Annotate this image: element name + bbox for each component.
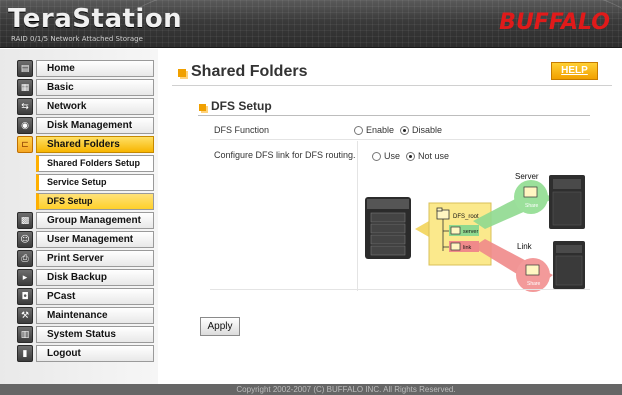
link-share-label: Share [527,281,541,287]
column-divider [357,141,358,291]
maintenance-icon: ⚒ [17,307,33,324]
dfs-disable-option[interactable]: Disable [400,125,442,135]
section-title: DFS Setup [211,99,272,113]
sidebar-item-label[interactable]: System Status [36,326,154,343]
sidebar-item-label[interactable]: Disk Management [36,117,154,134]
radio-label: Enable [366,125,395,135]
disk-icon: ◉ [17,117,33,134]
radio-button[interactable] [400,125,410,135]
sidebar-item-label[interactable]: Disk Backup [36,269,154,286]
folder-icon: ⊏ [17,136,33,153]
sidebar-item-user-management[interactable]: ☺ User Management [17,230,154,249]
dfs-link-radio-group: Use Not use [372,151,455,161]
link-device-icon [553,241,585,289]
sidebar-item-label[interactable]: PCast [36,288,154,305]
dfs-diagram: DFS_root server link Server Share Link S… [365,172,585,292]
network-icon: ⇆ [17,98,33,115]
backup-icon: ▸ [17,269,33,286]
divider [210,289,590,290]
sidebar-subitem-service-setup[interactable]: Service Setup [17,173,154,192]
dfs-enable-option[interactable]: Enable [354,125,394,135]
sidebar-subitem-label[interactable]: Shared Folders Setup [36,155,154,172]
sidebar-item-maintenance[interactable]: ⚒ Maintenance [17,306,154,325]
sidebar-item-label[interactable]: Logout [36,345,154,362]
sidebar-item-disk-management[interactable]: ◉ Disk Management [17,116,154,135]
server-folder-label: server [463,229,478,235]
radio-label: Disable [412,125,443,135]
sidebar: ▤ Home ▦ Basic ⇆ Network ◉ Disk Manageme… [0,49,158,384]
server-device-icon [549,175,585,229]
sidebar-item-label[interactable]: Maintenance [36,307,154,324]
link-share-folder-icon [525,264,540,276]
status-icon: ▥ [17,326,33,343]
sidebar-item-disk-backup[interactable]: ▸ Disk Backup [17,268,154,287]
sidebar-item-shared-folders[interactable]: ⊏ Shared Folders [17,135,154,154]
basic-icon: ▦ [17,79,33,96]
app-header: TeraStation RAID 0/1/5 Network Attached … [0,0,622,48]
sidebar-item-label[interactable]: Print Server [36,250,154,267]
sidebar-subitem-dfs-setup[interactable]: DFS Setup [17,192,154,211]
server-share-folder-icon [523,186,538,198]
sidebar-item-label[interactable]: Home [36,60,154,77]
radio-label: Use [384,151,401,161]
sidebar-item-label[interactable]: Network [36,98,154,115]
sidebar-item-home[interactable]: ▤ Home [17,59,154,78]
dfs-function-label: DFS Function [214,125,270,135]
user-icon: ☺ [17,231,33,248]
divider [172,85,612,86]
home-icon: ▤ [17,60,33,77]
server-folder-icon [450,226,461,235]
dfs-link-not-use-option[interactable]: Not use [406,151,449,161]
dfs-link-use-option[interactable]: Use [372,151,400,161]
dfs-root-label: DFS_root [453,214,479,220]
group-icon: ▩ [17,212,33,229]
sidebar-item-group-management[interactable]: ▩ Group Management [17,211,154,230]
brand-logo: BUFFALO [499,10,610,35]
section-bullet-icon [199,104,206,111]
divider [198,115,590,116]
pcast-icon: ◘ [17,288,33,305]
footer-copyright: Copyright 2002-2007 (C) BUFFALO INC. All… [0,384,622,395]
apply-button[interactable]: Apply [200,317,240,336]
sidebar-item-label[interactable]: Group Management [36,212,154,229]
sidebar-subitem-shared-folders-setup[interactable]: Shared Folders Setup [17,154,154,173]
title-bullet-icon [178,69,186,77]
page-title: Shared Folders [191,63,308,80]
sidebar-item-label[interactable]: User Management [36,231,154,248]
radio-button[interactable] [372,151,381,161]
dfs-root-folder-icon [436,207,450,220]
nas-device-icon [365,197,411,259]
sidebar-subitem-label[interactable]: DFS Setup [36,193,154,210]
printer-icon: ⎙ [17,250,33,267]
sidebar-item-label[interactable]: Basic [36,79,154,96]
server-share-label: Share [525,203,539,209]
product-subtitle: RAID 0/1/5 Network Attached Storage [11,35,143,43]
product-logo: TeraStation [8,4,183,34]
sidebar-item-print-server[interactable]: ⎙ Print Server [17,249,154,268]
link-folder-icon [450,242,461,251]
sidebar-item-pcast[interactable]: ◘ PCast [17,287,154,306]
dfs-link-label: Configure DFS link for DFS routing. [214,150,356,160]
server-label: Server [515,172,539,181]
link-label: Link [517,242,533,251]
sidebar-item-logout[interactable]: ▮ Logout [17,344,154,363]
radio-button[interactable] [406,151,416,161]
sidebar-subitem-label[interactable]: Service Setup [36,174,154,191]
sidebar-item-network[interactable]: ⇆ Network [17,97,154,116]
sidebar-item-basic[interactable]: ▦ Basic [17,78,154,97]
help-button[interactable]: HELP [551,62,598,80]
divider [210,139,590,140]
dfs-function-radio-group: Enable Disable [354,125,448,135]
main-nav: ▤ Home ▦ Basic ⇆ Network ◉ Disk Manageme… [17,59,154,363]
link-folder-label: link [463,245,472,251]
radio-button[interactable] [354,125,363,135]
arrow-icon [415,221,429,237]
sidebar-item-label[interactable]: Shared Folders [36,136,154,153]
sidebar-item-system-status[interactable]: ▥ System Status [17,325,154,344]
logout-icon: ▮ [17,345,33,362]
radio-label: Not use [418,151,450,161]
main-content: Shared Folders HELP DFS Setup DFS Functi… [158,49,622,384]
